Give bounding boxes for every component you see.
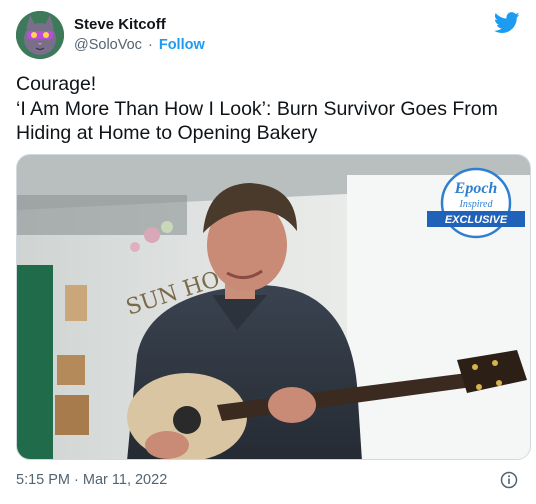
timestamp[interactable]: 5:15 PM · Mar 11, 2022 xyxy=(16,472,167,488)
display-name[interactable]: Steve Kitcoff xyxy=(74,15,205,34)
tweet-header: Steve Kitcoff @SoloVoc · Follow xyxy=(16,10,520,60)
avatar[interactable] xyxy=(16,11,64,59)
badge-exclusive: EXCLUSIVE xyxy=(445,214,508,226)
author-names: Steve Kitcoff @SoloVoc · Follow xyxy=(74,15,205,55)
handle-row: @SoloVoc · Follow xyxy=(74,36,205,55)
follow-button[interactable]: Follow xyxy=(159,37,205,53)
info-icon[interactable] xyxy=(500,471,518,489)
badge-subtitle: Inspired xyxy=(459,199,494,210)
handle[interactable]: @SoloVoc xyxy=(74,37,142,53)
badge-title: Epoch xyxy=(454,180,498,197)
cat-avatar-image xyxy=(16,11,64,59)
tweet-photo[interactable]: SUN HOUS Epoch Inspired EXCLUSIVE xyxy=(16,154,531,460)
tweet-text: Courage! ‘I Am More Than How I Look’: Bu… xyxy=(16,73,498,144)
guitar-player-photo: SUN HOUS Epoch Inspired EXCLUSIVE xyxy=(17,155,530,459)
tweet-card: Steve Kitcoff @SoloVoc · Follow Courage!… xyxy=(0,0,536,504)
twitter-bird-icon[interactable] xyxy=(494,12,520,34)
separator: · xyxy=(147,37,153,53)
